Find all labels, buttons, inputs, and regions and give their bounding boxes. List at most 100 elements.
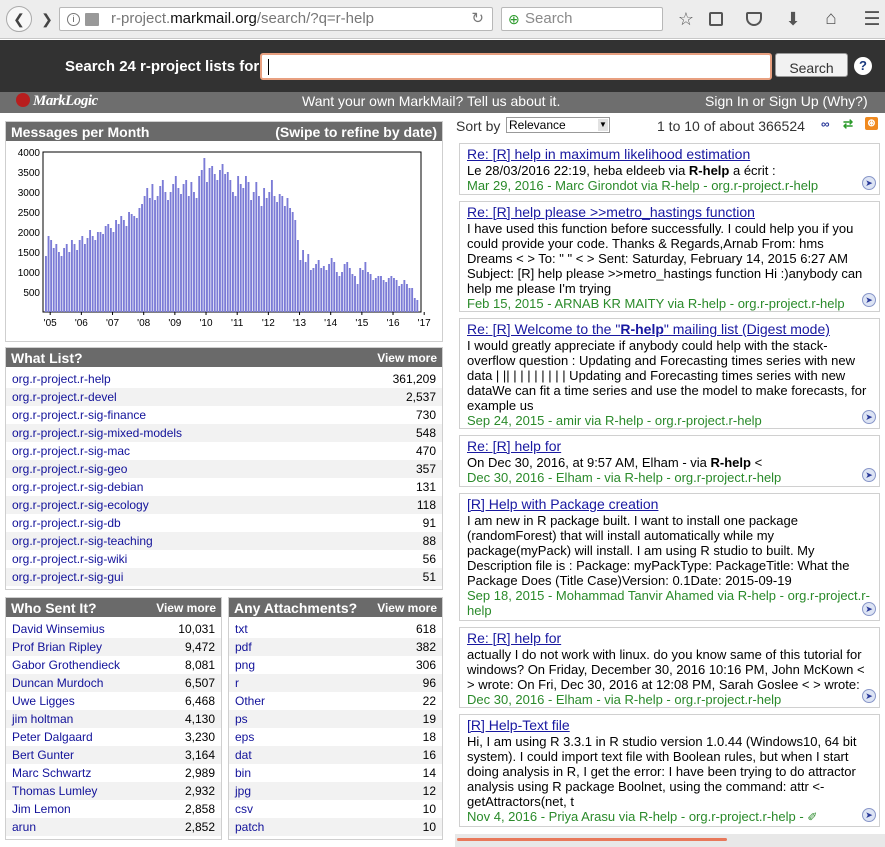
list-row[interactable]: org.r-project.r-devel 2,537 <box>6 388 442 406</box>
sender-row[interactable]: Bert Gunter 3,164 <box>6 746 221 764</box>
attachment-name-link[interactable]: bin <box>235 764 251 782</box>
month-bar[interactable] <box>309 270 312 312</box>
sender-row[interactable]: Duncan Murdoch 6,507 <box>6 674 221 692</box>
month-bar[interactable] <box>270 180 273 312</box>
sender-row[interactable]: arun 2,852 <box>6 818 221 836</box>
browser-search-box[interactable]: ⊕ Search <box>501 7 663 31</box>
month-bar[interactable] <box>221 164 224 312</box>
sender-row[interactable]: Marc Schwartz 2,989 <box>6 764 221 782</box>
month-bar[interactable] <box>91 236 94 312</box>
sender-name-link[interactable]: Peter Dalgaard <box>12 728 93 746</box>
month-bar[interactable] <box>395 280 398 312</box>
month-bar[interactable] <box>348 268 351 312</box>
month-bar[interactable] <box>154 200 156 312</box>
sender-row[interactable]: Uwe Ligges 6,468 <box>6 692 221 710</box>
month-bar[interactable] <box>151 184 154 312</box>
list-name-link[interactable]: org.r-project.r-sig-mac <box>12 442 130 460</box>
attachment-name-link[interactable]: dat <box>235 746 252 764</box>
month-bar[interactable] <box>411 288 414 312</box>
month-bar[interactable] <box>76 250 79 312</box>
month-bar[interactable] <box>68 252 71 312</box>
month-bar[interactable] <box>198 176 201 312</box>
month-bar[interactable] <box>237 176 240 312</box>
attachment-row[interactable]: jpg 12 <box>229 782 442 800</box>
list-name-link[interactable]: org.r-project.r-sig-debian <box>12 478 143 496</box>
month-bar[interactable] <box>281 196 284 312</box>
month-bar[interactable] <box>89 230 92 312</box>
result-title-link[interactable]: Re: [R] help for <box>467 438 872 455</box>
month-bar[interactable] <box>413 298 416 312</box>
download-icon[interactable]: ⬇ <box>783 8 803 30</box>
month-bar[interactable] <box>185 180 188 312</box>
month-bar[interactable] <box>250 200 253 312</box>
month-bar[interactable] <box>372 280 375 312</box>
open-result-arrow-icon[interactable]: ➤ <box>862 293 876 307</box>
what-list-view-more[interactable]: View more <box>377 351 437 365</box>
month-bar[interactable] <box>190 182 193 312</box>
month-bar[interactable] <box>138 208 141 312</box>
month-bar[interactable] <box>265 198 268 312</box>
result-title-link[interactable]: Re: [R] help please >>metro_hastings fun… <box>467 204 872 221</box>
month-bar[interactable] <box>193 192 195 312</box>
month-bar[interactable] <box>387 278 390 312</box>
month-bar[interactable] <box>252 192 255 312</box>
month-bar[interactable] <box>94 240 97 312</box>
month-bar[interactable] <box>125 226 128 312</box>
sender-name-link[interactable]: Thomas Lumley <box>12 782 97 800</box>
sign-in-link[interactable]: Sign In or Sign Up (Why?) <box>705 93 868 109</box>
month-bar[interactable] <box>359 268 362 312</box>
month-bar[interactable] <box>398 286 401 312</box>
refresh-icon[interactable]: ⇄ <box>843 117 853 131</box>
month-bar[interactable] <box>65 244 68 312</box>
month-bar[interactable] <box>257 196 260 312</box>
month-bar[interactable] <box>380 276 382 312</box>
url-bar[interactable]: i r-project.markmail.org/search/?q=r-hel… <box>59 7 493 31</box>
month-bar[interactable] <box>133 216 136 312</box>
back-button[interactable]: ❮ <box>6 6 32 32</box>
month-bar[interactable] <box>335 272 338 312</box>
month-bar[interactable] <box>47 236 50 312</box>
search-button[interactable]: Search <box>775 53 848 77</box>
marklogic-logo[interactable]: MarkLogic <box>16 93 98 110</box>
list-name-link[interactable]: org.r-project.r-devel <box>12 388 117 406</box>
month-bar[interactable] <box>167 200 169 312</box>
month-bar[interactable] <box>320 268 323 312</box>
month-bar[interactable] <box>242 188 245 312</box>
month-bar[interactable] <box>122 220 125 312</box>
month-bar[interactable] <box>325 270 328 312</box>
scrollbar-thumb[interactable] <box>457 838 727 841</box>
attachment-name-link[interactable]: r <box>235 674 239 692</box>
menu-icon[interactable]: ☰ <box>861 8 883 30</box>
attachment-row[interactable]: bin 14 <box>229 764 442 782</box>
home-icon[interactable]: ⌂ <box>820 8 842 30</box>
open-result-arrow-icon[interactable]: ➤ <box>862 176 876 190</box>
sender-name-link[interactable]: David Winsemius <box>12 620 105 638</box>
month-bar[interactable] <box>354 276 356 312</box>
month-bar[interactable] <box>141 204 143 312</box>
month-bar[interactable] <box>406 284 408 312</box>
forward-button[interactable]: ❯ <box>37 9 57 29</box>
month-bar[interactable] <box>208 168 211 312</box>
month-bar[interactable] <box>224 174 227 312</box>
month-bar[interactable] <box>263 188 266 312</box>
month-bar[interactable] <box>278 194 281 312</box>
attachment-row[interactable]: ps 19 <box>229 710 442 728</box>
sender-row[interactable]: David Winsemius 10,031 <box>6 620 221 638</box>
month-bar[interactable] <box>382 280 385 312</box>
month-bar[interactable] <box>55 244 58 312</box>
month-bar[interactable] <box>206 182 208 312</box>
month-bar[interactable] <box>377 276 380 312</box>
month-bar[interactable] <box>322 266 325 312</box>
attachment-row[interactable]: dat 16 <box>229 746 442 764</box>
month-bar[interactable] <box>117 224 120 312</box>
open-result-arrow-icon[interactable]: ➤ <box>862 468 876 482</box>
search-input[interactable] <box>260 53 772 80</box>
open-result-arrow-icon[interactable]: ➤ <box>862 689 876 703</box>
attachment-name-link[interactable]: eps <box>235 728 254 746</box>
month-bar[interactable] <box>346 262 349 312</box>
month-bar[interactable] <box>109 228 112 312</box>
month-bar[interactable] <box>317 260 320 312</box>
month-bar[interactable] <box>304 262 307 312</box>
month-bar[interactable] <box>244 176 247 312</box>
month-bar[interactable] <box>356 284 359 312</box>
